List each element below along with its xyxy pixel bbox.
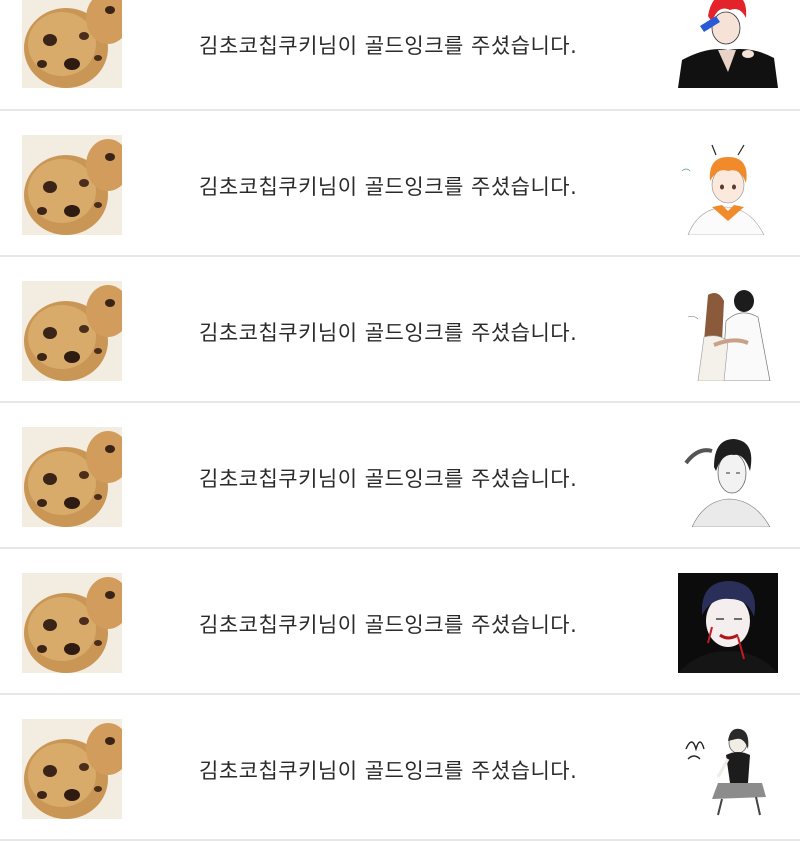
sketch-man-artwork-icon <box>678 427 778 527</box>
gift-message-text: 김초코칩쿠키님이 골드잉크를 주셨습니다. <box>199 467 578 491</box>
hugging-couple-artwork-icon <box>678 281 778 381</box>
list-item[interactable]: 김초코칩쿠키님이 골드잉크를 주셨습니다. <box>0 0 800 111</box>
cookie-icon <box>22 0 122 88</box>
gift-message-text: 김초코칩쿠키님이 골드잉크를 주셨습니다. <box>199 175 578 199</box>
red-hair-man-artwork-icon <box>678 0 778 88</box>
gift-message-text: 김초코칩쿠키님이 골드잉크를 주셨습니다. <box>199 759 578 783</box>
bloody-man-artwork-icon <box>678 573 778 673</box>
list-item[interactable]: 김초코칩쿠키님이 골드잉크를 주셨습니다. <box>0 112 800 257</box>
list-item[interactable]: 김초코칩쿠키님이 골드잉크를 주셨습니다. <box>0 404 800 549</box>
cookie-icon <box>22 719 122 819</box>
list-item[interactable]: 김초코칩쿠키님이 골드잉크를 주셨습니다. <box>0 550 800 695</box>
orange-hair-boy-artwork-icon <box>678 135 778 235</box>
list-item[interactable]: 김초코칩쿠키님이 골드잉크를 주셨습니다. <box>0 258 800 403</box>
cookie-icon <box>22 573 122 673</box>
cookie-icon <box>22 427 122 527</box>
sitting-woman-artwork-icon <box>678 719 778 819</box>
gift-message-text: 김초코칩쿠키님이 골드잉크를 주셨습니다. <box>199 34 578 58</box>
list-item[interactable]: 김초코칩쿠키님이 골드잉크를 주셨습니다. <box>0 696 800 841</box>
cookie-icon <box>22 281 122 381</box>
gift-message-text: 김초코칩쿠키님이 골드잉크를 주셨습니다. <box>199 321 578 345</box>
cookie-icon <box>22 135 122 235</box>
gift-message-text: 김초코칩쿠키님이 골드잉크를 주셨습니다. <box>199 613 578 637</box>
